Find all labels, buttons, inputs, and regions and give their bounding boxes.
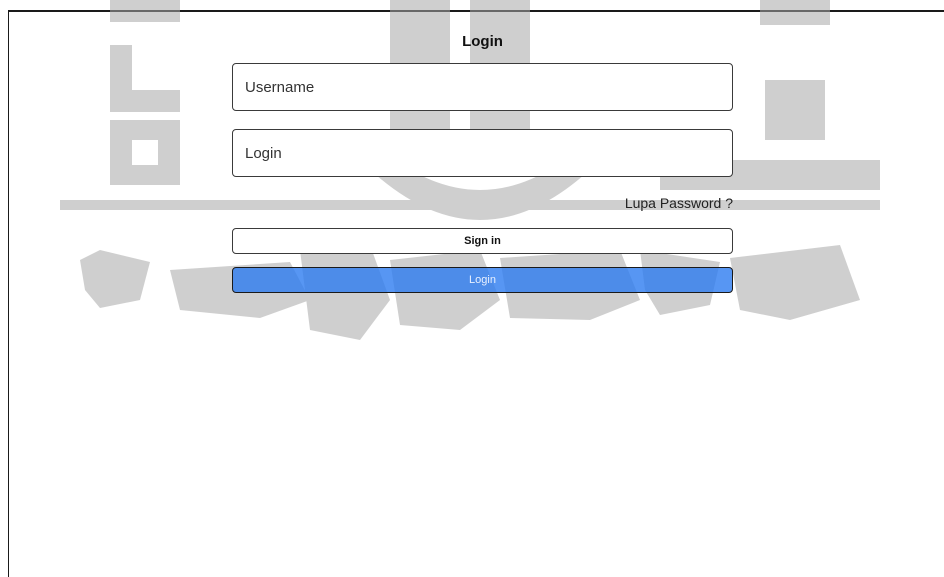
username-input[interactable]: [232, 63, 733, 111]
forgot-password-link[interactable]: Lupa Password ?: [625, 195, 733, 211]
password-input[interactable]: [232, 129, 733, 177]
sign-in-button[interactable]: Sign in: [232, 228, 733, 254]
login-title: Login: [462, 33, 503, 50]
login-button[interactable]: Login: [232, 267, 733, 293]
